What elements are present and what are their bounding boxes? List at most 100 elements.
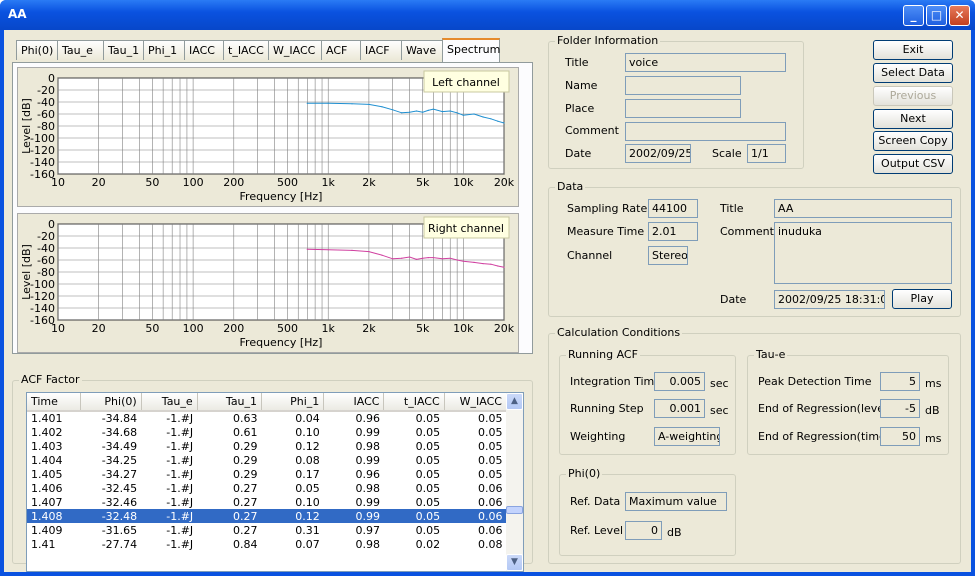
- folder-scale-label: Scale: [712, 147, 742, 160]
- tab-tau-e[interactable]: Tau_e: [57, 40, 104, 60]
- list-scrollbar[interactable]: ▲ ▼: [506, 393, 523, 571]
- table-row[interactable]: 1.406 -32.45 -1.#J 0.27 0.05 0.98 0.05 0.06: [27, 481, 507, 495]
- close-button[interactable]: ✕: [949, 5, 970, 26]
- screen-copy-button[interactable]: Screen Copy: [873, 131, 953, 151]
- folder-scale-field[interactable]: 1/1: [747, 144, 786, 163]
- peak-detection-field[interactable]: 5: [880, 372, 920, 391]
- table-row[interactable]: 1.41 -27.74 -1.#J 0.84 0.07 0.98 0.02 0.08: [27, 537, 507, 551]
- maximize-button[interactable]: □: [926, 5, 947, 26]
- folder-comment-label: Comment: [565, 124, 619, 137]
- x-tick-label: 500: [277, 322, 298, 335]
- data-point: [368, 251, 370, 253]
- folder-name-field[interactable]: [625, 76, 741, 95]
- data-comment-label: Comment: [720, 225, 774, 238]
- table-row[interactable]: 1.404 -34.25 -1.#J 0.29 0.08 0.99 0.05 0.05: [27, 453, 507, 467]
- folder-title-label: Title: [565, 56, 589, 69]
- column-header-t-iacc[interactable]: t_IACC: [383, 393, 445, 412]
- tab-spectrum[interactable]: Spectrum: [442, 38, 500, 62]
- calc-conditions-label: Calculation Conditions: [555, 326, 683, 339]
- table-cell: 0.10: [295, 425, 320, 439]
- data-date-field[interactable]: 2002/09/25 18:31:09: [774, 290, 885, 309]
- x-tick-label: 20: [92, 322, 106, 335]
- table-cell: 1.41: [31, 537, 56, 551]
- folder-title-field[interactable]: voice: [625, 53, 786, 72]
- next-button[interactable]: Next: [873, 109, 953, 129]
- regression-level-field[interactable]: -5: [880, 399, 920, 418]
- table-cell: -1.#J: [166, 425, 194, 439]
- data-point: [503, 266, 505, 268]
- play-button[interactable]: Play: [892, 289, 952, 309]
- tab-iacf[interactable]: IACF: [360, 40, 402, 60]
- table-row[interactable]: 1.407 -32.46 -1.#J 0.27 0.10 0.99 0.05 0.06: [27, 495, 507, 509]
- table-row[interactable]: 1.403 -34.49 -1.#J 0.29 0.12 0.98 0.05 0.05: [27, 439, 507, 453]
- x-tick-label: 5k: [416, 176, 430, 189]
- tab-w-iacc[interactable]: W_IACC: [268, 40, 322, 60]
- folder-comment-field[interactable]: [625, 122, 786, 141]
- ref-data-field[interactable]: Maximum value: [625, 492, 727, 511]
- tab-t-iacc[interactable]: t_IACC: [223, 40, 269, 60]
- tab-phi-1[interactable]: Phi_1: [143, 40, 185, 60]
- output-csv-button[interactable]: Output CSV: [873, 154, 953, 174]
- legend-left-channel: Left channel: [423, 70, 510, 93]
- column-header-time[interactable]: Time: [27, 393, 82, 412]
- measure-time-field[interactable]: 2.01: [648, 222, 698, 241]
- running-step-field[interactable]: 0.001: [654, 399, 705, 418]
- tab-iacc[interactable]: IACC: [184, 40, 224, 60]
- previous-button[interactable]: Previous: [873, 86, 953, 106]
- scroll-down-icon[interactable]: ▼: [506, 554, 523, 571]
- x-tick-label: 20k: [494, 176, 515, 189]
- x-tick-label: 20: [92, 176, 106, 189]
- column-header-phi-0-[interactable]: Phi(0): [80, 393, 142, 412]
- column-header-phi-1[interactable]: Phi_1: [261, 393, 325, 412]
- regression-time-field[interactable]: 50: [880, 427, 920, 446]
- data-point: [456, 112, 458, 114]
- table-cell: 0.29: [233, 467, 258, 481]
- table-cell: 0.08: [295, 453, 320, 467]
- column-header-w-iacc[interactable]: W_IACC: [444, 393, 508, 412]
- folder-place-field[interactable]: [625, 99, 741, 118]
- table-cell: 0.12: [295, 439, 320, 453]
- tab-wave[interactable]: Wave: [401, 40, 443, 60]
- table-row[interactable]: 1.408 -32.48 -1.#J 0.27 0.12 0.99 0.05 0.06: [27, 509, 507, 523]
- acf-factor-list[interactable]: Time Phi(0) Tau_e Tau_1 Phi_1 IACC t_IACC W_IAC…: [26, 392, 524, 572]
- table-cell: 0.05: [478, 412, 503, 425]
- data-group-label: Data: [555, 180, 586, 193]
- minimize-button[interactable]: _: [903, 5, 924, 26]
- column-header-iacc[interactable]: IACC: [323, 393, 385, 412]
- data-point: [497, 265, 499, 267]
- exit-button[interactable]: Exit: [873, 40, 953, 60]
- column-header-tau-e[interactable]: Tau_e: [141, 393, 198, 412]
- tab-panel: 0 -20 -40 -60 -80 -100 -120 -140 -160 10 20 50 100 20…: [12, 62, 533, 354]
- table-cell: -27.74: [101, 537, 138, 551]
- data-comment-field[interactable]: inuduka: [774, 222, 952, 284]
- table-cell: 0.84: [233, 537, 258, 551]
- integration-time-field[interactable]: 0.005: [654, 372, 705, 391]
- table-cell: 0.31: [295, 523, 320, 537]
- tab-acf[interactable]: ACF: [321, 40, 361, 60]
- table-cell: 1.403: [31, 439, 63, 453]
- running-acf-group: Running ACF Integration Time 0.005 sec R…: [559, 348, 736, 455]
- legend-right-channel: Right channel: [423, 216, 510, 239]
- column-header-tau-1[interactable]: Tau_1: [197, 393, 263, 412]
- table-row[interactable]: 1.409 -31.65 -1.#J 0.27 0.31 0.97 0.05 0.06: [27, 523, 507, 537]
- app-window: AA _ □ ✕ Phi(0) Tau_e Tau_1 Phi_1 IACC t_IACC…: [0, 0, 975, 576]
- folder-date-field[interactable]: 2002/09/25: [625, 144, 691, 163]
- data-title-field[interactable]: AA: [774, 199, 952, 218]
- table-row[interactable]: 1.405 -34.27 -1.#J 0.29 0.17 0.96 0.05 0.05: [27, 467, 507, 481]
- table-cell: 0.02: [415, 537, 441, 551]
- ref-level-field[interactable]: 0: [625, 521, 662, 540]
- select-data-button[interactable]: Select Data: [873, 63, 953, 83]
- channel-field[interactable]: Stereo: [648, 246, 688, 265]
- data-point: [473, 113, 475, 115]
- scroll-up-icon[interactable]: ▲: [506, 393, 523, 410]
- data-title-label: Title: [720, 202, 744, 215]
- table-row[interactable]: 1.402 -34.68 -1.#J 0.61 0.10 0.99 0.05 0.05: [27, 425, 507, 439]
- scroll-thumb[interactable]: [506, 506, 523, 514]
- tab-tau-1[interactable]: Tau_1: [103, 40, 144, 60]
- phi0-group: Phi(0) Ref. Data Maximum value Ref. Leve…: [559, 467, 736, 556]
- table-row[interactable]: 1.401 -34.84 -1.#J 0.63 0.04 0.96 0.05 0.05: [27, 411, 507, 425]
- tab-phi-0-[interactable]: Phi(0): [16, 40, 58, 60]
- tau-e-group: Tau-e Peak Detection Time 5 ms End of Re…: [747, 348, 949, 455]
- weighting-field[interactable]: A-weighting: [654, 427, 720, 446]
- sampling-rate-field[interactable]: 44100: [648, 199, 698, 218]
